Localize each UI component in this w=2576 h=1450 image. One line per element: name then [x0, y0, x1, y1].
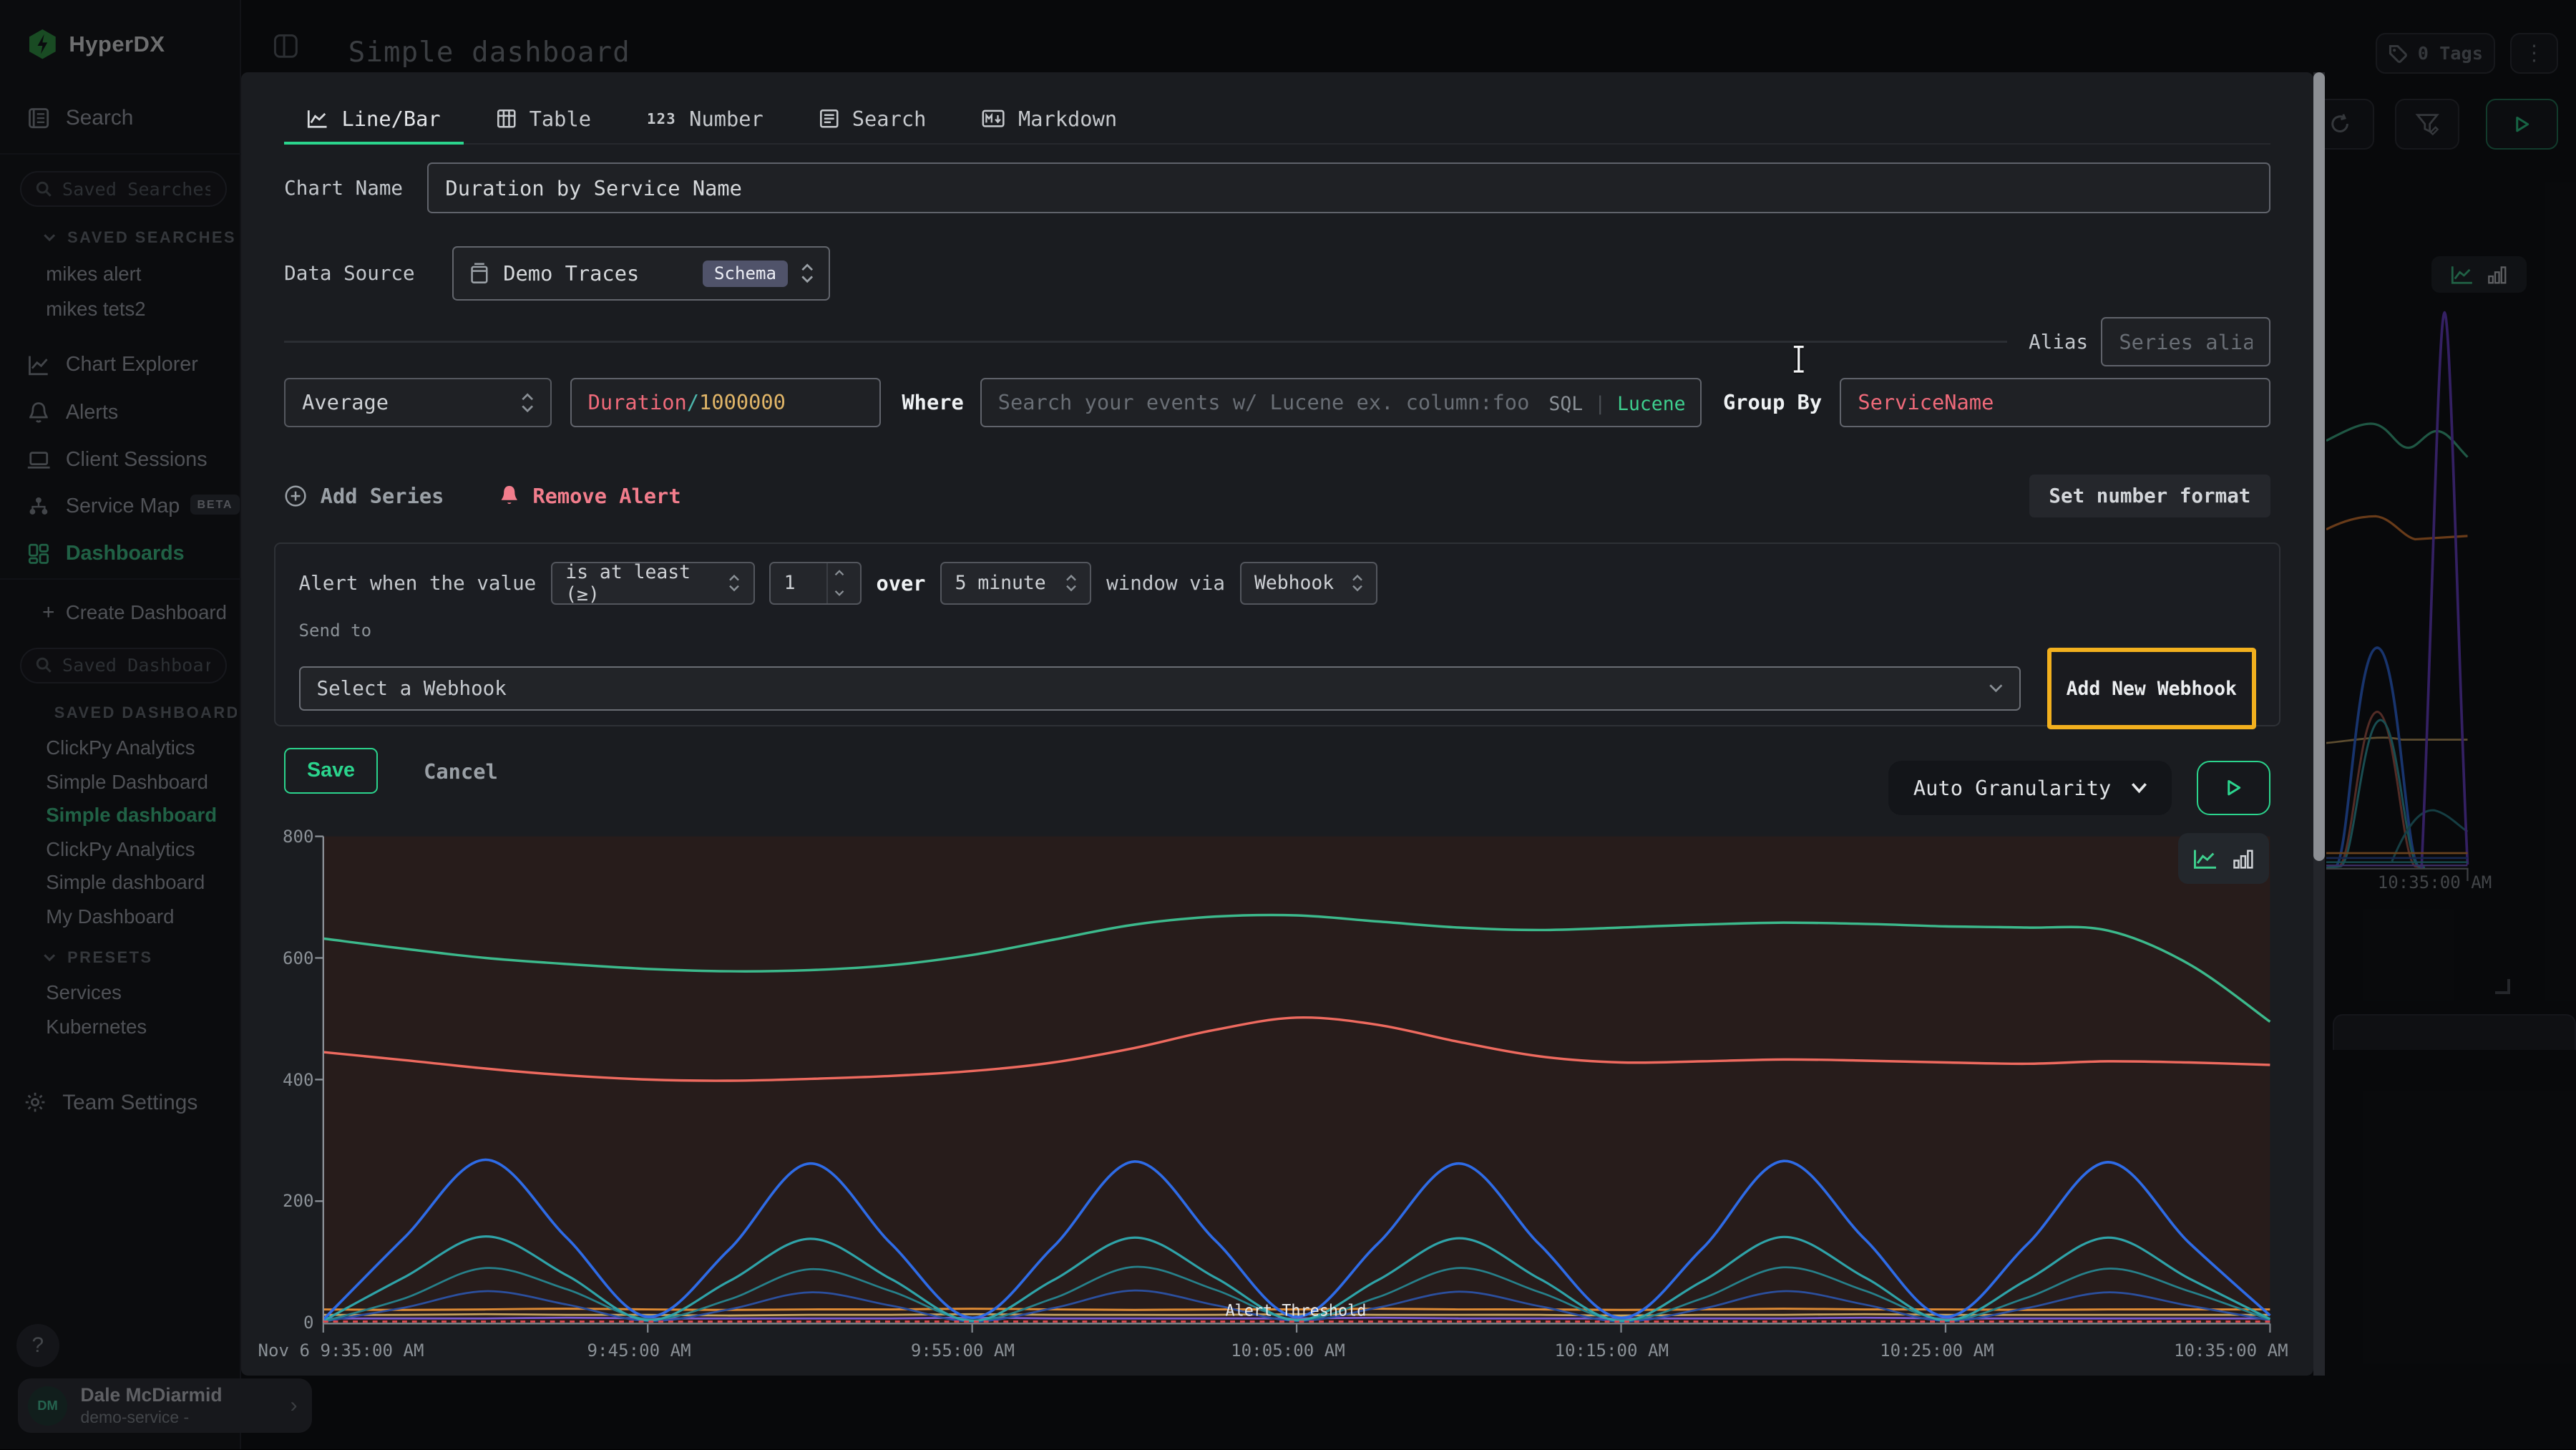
lucene-mode-toggle[interactable]: Lucene [1617, 393, 1685, 415]
aggregation-select[interactable]: Average [284, 378, 552, 427]
remove-alert-button[interactable]: Remove Alert [499, 484, 680, 508]
alert-channel-select[interactable]: Webhook [1240, 562, 1378, 605]
scrollbar-thumb[interactable] [2313, 72, 2325, 861]
x-tick-label: 10:05:00 AM [1231, 1340, 1345, 1361]
run-chart-button[interactable] [2197, 761, 2270, 815]
tab-number[interactable]: 123 Number [624, 95, 786, 145]
x-tick-label: Nov 6 9:35:00 AM [258, 1340, 424, 1361]
modal-scrollbar[interactable] [2313, 72, 2325, 1376]
x-tick-label: 10:15:00 AM [1554, 1340, 1669, 1361]
send-to-label: Send to [299, 621, 2256, 641]
database-icon [469, 262, 490, 285]
alert-window-select[interactable]: 5 minute [940, 562, 1091, 605]
chart-type-tabs: Line/Bar Table 123 Number Search Markdow… [284, 95, 2270, 145]
group-by-label: Group By [1723, 390, 1822, 414]
y-tick-label: 0 [281, 1313, 314, 1333]
alert-threshold-label: Alert Threshold [1226, 1302, 1367, 1320]
table-icon [497, 109, 517, 129]
chevron-down-icon [1989, 683, 2004, 694]
mode-divider: | [1594, 393, 1606, 415]
select-chevrons-icon [801, 263, 814, 283]
edit-chart-modal: Line/Bar Table 123 Number Search Markdow… [241, 72, 2313, 1376]
select-chevrons-icon [521, 393, 534, 413]
y-tick-label: 200 [281, 1191, 314, 1211]
alert-threshold-field [769, 562, 862, 605]
add-new-webhook-button[interactable]: Add New Webhook [2047, 648, 2256, 730]
select-chevrons-icon [1352, 574, 1363, 592]
granularity-select[interactable]: Auto Granularity [1888, 761, 2172, 815]
tab-search[interactable]: Search [796, 95, 950, 145]
chevron-down-icon [2131, 782, 2147, 794]
app-root: HyperDX Search SAVED SEARCHES mikes aler… [0, 0, 2576, 1449]
where-field: SQL | Lucene [980, 378, 1702, 427]
chevron-up-icon [834, 570, 845, 576]
group-by-field [1840, 378, 2270, 427]
play-icon [2225, 779, 2243, 797]
over-label: over [876, 571, 925, 595]
schema-badge: Schema [703, 261, 788, 287]
cancel-button[interactable]: Cancel [424, 759, 498, 784]
text-cursor [1789, 344, 1809, 375]
x-tick-label: 10:35:00 AM [2174, 1340, 2288, 1361]
line-chart-icon [307, 109, 328, 129]
bar-chart-icon [2233, 848, 2254, 870]
markdown-icon [982, 110, 1005, 127]
alert-threshold-input[interactable] [771, 563, 826, 603]
number-spinner[interactable] [826, 563, 851, 603]
x-tick-label: 9:55:00 AM [911, 1340, 1015, 1361]
select-chevrons-icon [1065, 574, 1077, 592]
data-source-label: Data Source [284, 262, 414, 285]
chart-name-field [427, 162, 2270, 213]
save-button[interactable]: Save [284, 748, 378, 794]
alias-field [2101, 317, 2270, 366]
y-tick-label: 600 [281, 948, 314, 968]
webhook-select[interactable]: Select a Webhook [299, 666, 2021, 711]
series-divider [284, 341, 2007, 342]
x-tick-label: 10:25:00 AM [1880, 1340, 1994, 1361]
alert-prefix-label: Alert when the value [299, 572, 537, 595]
circle-plus-icon [284, 485, 307, 507]
set-number-format-button[interactable]: Set number format [2029, 475, 2270, 517]
tab-line-bar[interactable]: Line/Bar [284, 95, 464, 145]
alert-config-panel: Alert when the value is at least (≥) ove… [274, 542, 2280, 726]
select-chevrons-icon [728, 574, 740, 592]
x-tick-label: 9:45:00 AM [587, 1340, 691, 1361]
number-123-icon: 123 [647, 110, 676, 127]
chart-name-label: Chart Name [284, 177, 403, 200]
alert-condition-select[interactable]: is at least (≥) [551, 562, 755, 605]
chevron-down-icon [834, 590, 845, 596]
alias-input[interactable] [2102, 330, 2268, 354]
data-source-select[interactable]: Demo Traces Schema [452, 246, 830, 301]
preview-chart: 800 600 400 200 0 Alert Th [284, 833, 2270, 1371]
group-by-input[interactable] [1841, 390, 2269, 414]
chart-display-toggle[interactable] [2178, 833, 2268, 884]
chart-name-input[interactable] [429, 176, 2268, 200]
tab-markdown[interactable]: Markdown [959, 95, 1140, 145]
y-tick-label: 400 [281, 1070, 314, 1090]
expression-field[interactable]: Duration/1000000 [570, 378, 881, 427]
chart-plot[interactable]: Alert Threshold [313, 833, 2280, 1339]
sql-mode-toggle[interactable]: SQL [1548, 393, 1583, 415]
tab-table[interactable]: Table [474, 95, 615, 145]
list-icon [819, 109, 839, 129]
line-chart-icon [2193, 848, 2218, 870]
window-via-label: window via [1106, 572, 1225, 595]
add-series-button[interactable]: Add Series [284, 484, 444, 508]
bell-icon [499, 485, 519, 507]
where-label: Where [902, 390, 963, 414]
y-tick-label: 800 [281, 827, 314, 847]
alias-label: Alias [2029, 331, 2088, 354]
